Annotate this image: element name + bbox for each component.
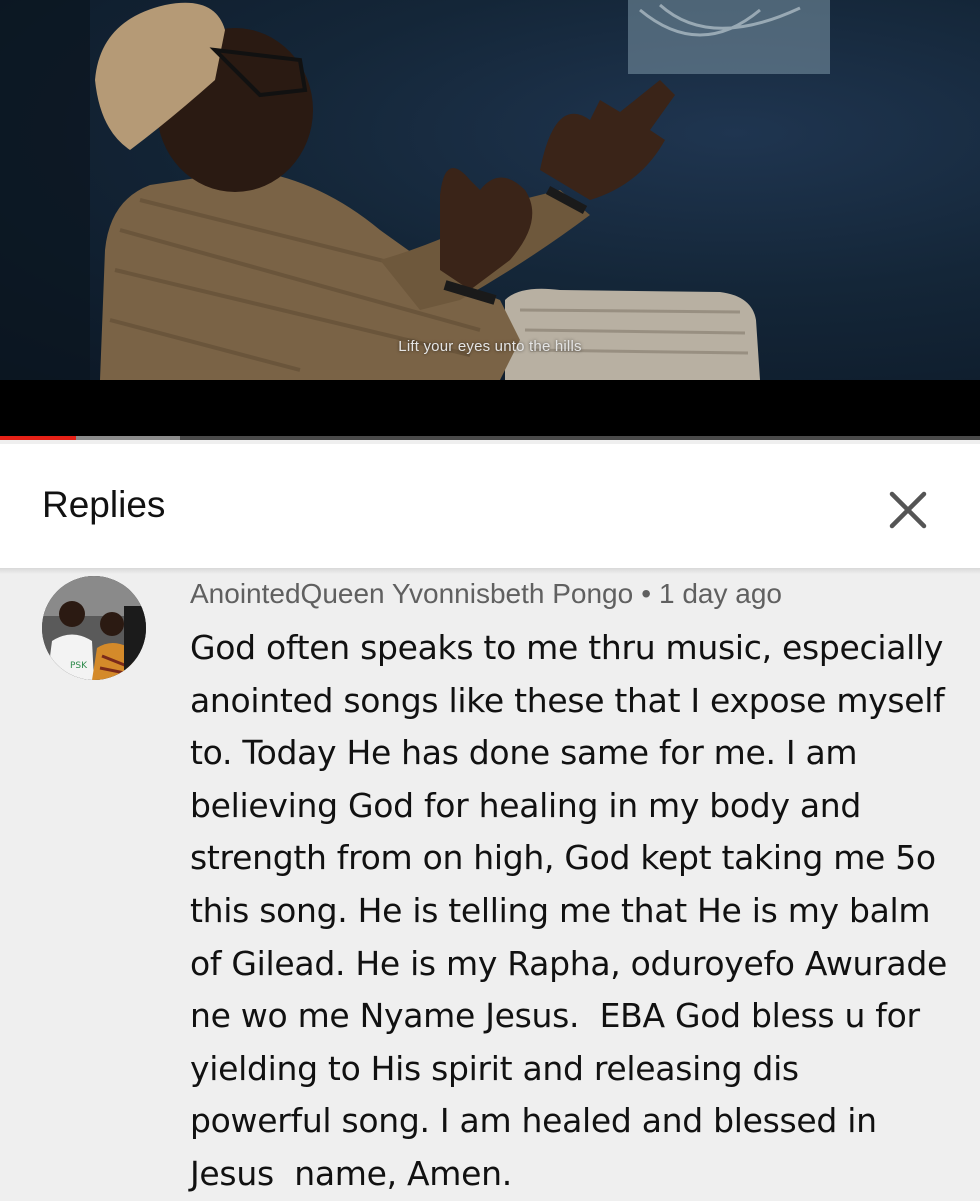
close-icon bbox=[889, 491, 927, 529]
comment-item: PSK AnointedQueen Yvonnisbeth Pongo • 1 da… bbox=[0, 574, 980, 1200]
avatar[interactable]: PSK bbox=[42, 576, 146, 680]
close-button[interactable] bbox=[880, 482, 936, 538]
video-progress-bar[interactable] bbox=[0, 436, 980, 440]
video-subtitle: Lift your eyes unto the hills bbox=[398, 338, 582, 355]
avatar-image: PSK bbox=[42, 576, 146, 680]
svg-text:PSK: PSK bbox=[70, 661, 88, 671]
comment-meta: AnointedQueen Yvonnisbeth Pongo • 1 day ag… bbox=[190, 578, 782, 610]
comment-author[interactable]: AnointedQueen Yvonnisbeth Pongo bbox=[190, 578, 633, 609]
comment-timestamp: 1 day ago bbox=[659, 578, 782, 609]
video-frame[interactable]: Lift your eyes unto the hills bbox=[0, 0, 980, 380]
video-played-bar bbox=[0, 436, 77, 440]
replies-header: Replies bbox=[0, 444, 980, 568]
video-player[interactable]: Lift your eyes unto the hills bbox=[0, 0, 980, 440]
meta-separator: • bbox=[641, 578, 651, 609]
comment-text: God often speaks to me thru music, espec… bbox=[190, 628, 958, 1193]
replies-title: Replies bbox=[42, 484, 166, 525]
video-still-image bbox=[0, 0, 830, 380]
